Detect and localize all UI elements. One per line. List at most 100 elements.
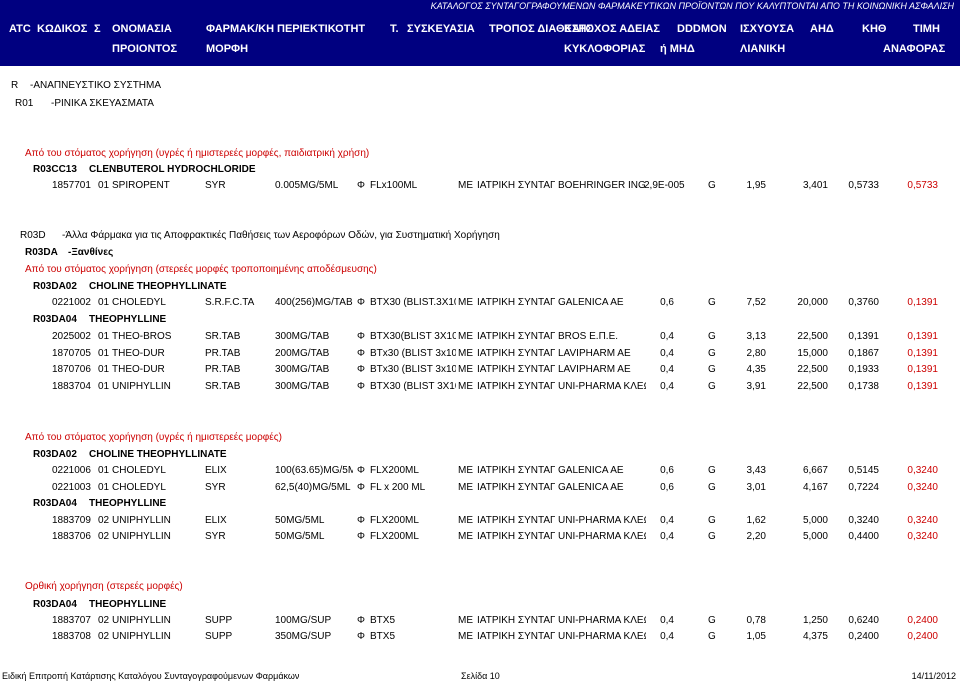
substance-name: CHOLINE THEOPHYLLINATE bbox=[89, 449, 227, 460]
table-cell: SYR bbox=[205, 482, 226, 493]
table-cell: S.R.F.C.TA bbox=[205, 297, 255, 308]
table-cell: 22,500 bbox=[797, 381, 828, 392]
route-heading: Από του στόματος χορήγηση (υγρές ή ημιστ… bbox=[25, 148, 370, 159]
table-cell: ΜΕ bbox=[458, 615, 473, 626]
header-cell: ΠΡΟΙΟΝΤΟΣ bbox=[112, 43, 178, 55]
atc-code: R03DA04 bbox=[33, 599, 77, 610]
table-cell: FLX200ML bbox=[370, 465, 419, 476]
table-cell: 1,95 bbox=[746, 180, 766, 191]
table-cell: ΙΑΤΡΙΚΗ ΣΥΝΤΑΓΗ bbox=[477, 531, 555, 542]
table-cell: 1883709 bbox=[52, 515, 91, 526]
header-cell: ΚΑΤΟΧΟΣ ΑΔΕΙΑΣ bbox=[564, 23, 660, 35]
table-cell: UNI-PHARMA ΚΛΕΩΝ bbox=[558, 381, 646, 392]
table-cell: BROS Ε.Π.Ε. bbox=[558, 331, 619, 342]
table-cell: ΜΕ bbox=[458, 331, 473, 342]
header-cell: ΚΩΔΙΚΟΣ bbox=[37, 23, 88, 35]
table-cell: 1883706 bbox=[52, 531, 91, 542]
table-cell: ΜΕ bbox=[458, 482, 473, 493]
route-heading: Από του στόματος χορήγηση (υγρές ή ημιστ… bbox=[25, 432, 282, 443]
table-cell: UNI-PHARMA ΚΛΕΩΝ bbox=[558, 531, 646, 542]
table-cell: UNIPHYLLIN bbox=[112, 381, 171, 392]
table-cell: 0,2400 bbox=[907, 615, 938, 626]
table-cell: G bbox=[708, 482, 716, 493]
table-cell: THEO-BROS bbox=[112, 331, 172, 342]
table-cell: G bbox=[708, 331, 716, 342]
table-cell: FLX200ML bbox=[370, 515, 419, 526]
table-cell: ΙΑΤΡΙΚΗ ΣΥΝΤΑΓΗ bbox=[477, 615, 555, 626]
table-cell: 0,4 bbox=[660, 364, 674, 375]
header-cell: ΙΣΧΥΟΥΣΑ bbox=[740, 23, 795, 35]
section-code: R bbox=[11, 80, 19, 91]
substance-name: CHOLINE THEOPHYLLINATE bbox=[89, 281, 227, 292]
table-cell: BTX5 bbox=[370, 615, 396, 626]
table-cell: 0,4 bbox=[660, 515, 674, 526]
table-cell: UNIPHYLLIN bbox=[112, 531, 171, 542]
table-cell: FL x 200 ML bbox=[370, 482, 426, 493]
table-cell: LAVIPHARM AE bbox=[558, 364, 631, 375]
table-cell: BTX30(BLIST 3X10) bbox=[370, 331, 456, 342]
table-cell: 15,000 bbox=[797, 348, 828, 359]
table-cell: 4,375 bbox=[802, 631, 828, 642]
header-cell: Τ. bbox=[390, 23, 399, 35]
header-cell: ή ΜΗΔ bbox=[660, 43, 695, 55]
table-cell: BTX30 (BLIST 3X10) bbox=[370, 381, 456, 392]
table-cell: 0,3240 bbox=[907, 515, 938, 526]
table-cell: 3,401 bbox=[802, 180, 828, 191]
table-cell: ELIX bbox=[205, 465, 227, 476]
table-cell: PR.TAB bbox=[205, 348, 241, 359]
table-cell: Φ bbox=[357, 531, 365, 542]
section-title: -Άλλα Φάρμακα για τις Αποφρακτικές Παθήσ… bbox=[62, 230, 500, 241]
table-header: ΚΑΤΑΛΟΓΟΣ ΣΥΝΤΑΓΟΓΡΑΦΟΥΜΕΝΩΝ ΦΑΡΜΑΚΕΥΤΙΚ… bbox=[0, 0, 960, 66]
table-cell: 0,1867 bbox=[848, 348, 879, 359]
table-cell: 01 bbox=[98, 331, 110, 342]
table-cell: Φ bbox=[357, 180, 365, 191]
table-cell: UNIPHYLLIN bbox=[112, 515, 171, 526]
table-cell: 62,5(40)MG/5ML bbox=[275, 482, 351, 493]
header-cell: ΦΑΡΜΑΚ/ΚΗ bbox=[206, 23, 275, 35]
table-cell: G bbox=[708, 364, 716, 375]
table-cell: BTx30 (BLIST 3x10) bbox=[370, 364, 456, 375]
header-cell: ΑΗΔ bbox=[810, 23, 834, 35]
table-cell: 0,4 bbox=[660, 331, 674, 342]
table-cell: 350MG/SUP bbox=[275, 631, 332, 642]
table-cell: 300MG/TAB bbox=[275, 364, 330, 375]
footer-committee: Ειδική Επιτροπή Κατάρτισης Καταλόγου Συν… bbox=[2, 671, 300, 681]
table-cell: Φ bbox=[357, 631, 365, 642]
table-cell: 0,3240 bbox=[848, 515, 879, 526]
table-cell: G bbox=[708, 515, 716, 526]
table-cell: G bbox=[708, 348, 716, 359]
table-cell: ΜΕ bbox=[458, 531, 473, 542]
table-cell: 1857701 bbox=[52, 180, 91, 191]
substance-name: THEOPHYLLINE bbox=[89, 314, 167, 325]
atc-name: -Ξανθίνες bbox=[68, 247, 114, 258]
table-cell: 1,62 bbox=[746, 515, 766, 526]
section-title: -ΡΙΝΙΚΑ ΣΚΕΥΑΣΜΑΤΑ bbox=[51, 98, 154, 109]
table-cell: GALENICA AE bbox=[558, 465, 624, 476]
table-cell: 0,1391 bbox=[907, 381, 938, 392]
table-cell: Φ bbox=[357, 297, 365, 308]
table-cell: 4,167 bbox=[802, 482, 828, 493]
table-cell: LAVIPHARM AE bbox=[558, 348, 631, 359]
table-cell: 7,52 bbox=[746, 297, 766, 308]
table-cell: UNIPHYLLIN bbox=[112, 631, 171, 642]
table-cell: SYR bbox=[205, 180, 226, 191]
header-cell: DDD bbox=[677, 23, 701, 35]
table-cell: ΜΕ bbox=[458, 381, 473, 392]
table-cell: 300MG/TAB bbox=[275, 331, 330, 342]
substance-name: CLENBUTEROL HYDROCHLORIDE bbox=[89, 164, 256, 175]
table-cell: THEO-DUR bbox=[112, 348, 165, 359]
table-cell: UNI-PHARMA ΚΛΕΩΝ bbox=[558, 631, 646, 642]
table-cell: ΙΑΤΡΙΚΗ ΣΥΝΤΑΓΗ bbox=[477, 381, 555, 392]
table-cell: SR.TAB bbox=[205, 381, 241, 392]
table-cell: G bbox=[708, 297, 716, 308]
table-cell: 200MG/TAB bbox=[275, 348, 330, 359]
table-cell: 0,3240 bbox=[907, 465, 938, 476]
table-cell: 5,000 bbox=[802, 515, 828, 526]
table-cell: G bbox=[708, 615, 716, 626]
table-cell: Φ bbox=[357, 348, 365, 359]
table-cell: UNI-PHARMA ΚΛΕΩΝ bbox=[558, 615, 646, 626]
header-cell: ΠΕΡΙΕΚΤΙΚΟΤΗΤ bbox=[277, 23, 366, 35]
table-cell: 1,250 bbox=[802, 615, 828, 626]
table-cell: 400(256)MG/TAB bbox=[275, 297, 353, 308]
table-cell: ΜΕ bbox=[458, 631, 473, 642]
